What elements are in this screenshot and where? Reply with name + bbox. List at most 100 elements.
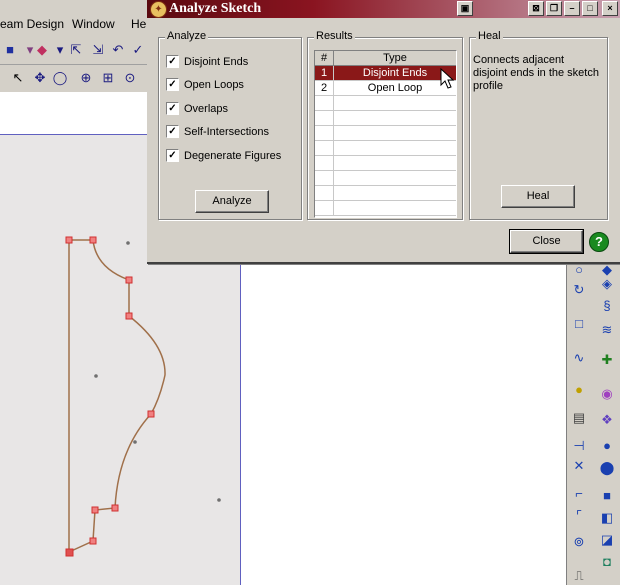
empty-row [315,141,456,156]
cylinder-icon[interactable]: ⬤ [599,460,615,476]
empty-row [315,201,456,216]
row-type: Disjoint Ends [334,66,456,80]
sketch-vertex [89,236,97,244]
zoom-window-icon[interactable]: ⊞ [100,70,116,86]
sketch-vertex [65,548,74,557]
empty-row [315,186,456,201]
sketch-tools-strip: ○ ◆ ↻ ◈ □ § ∿ ≋ ✚ ● ◉ ▤ ❖ ⊣ ● ✕ ⬤ ⌐ ■ ⌜ … [566,262,620,585]
table-row[interactable]: 2 Open Loop [315,81,456,96]
spline-tool-icon[interactable]: ∿ [571,350,587,366]
sweep-icon[interactable]: § [599,298,615,314]
row-number: 1 [315,66,334,80]
heal-group-legend: Heal [476,30,503,42]
empty-row [315,96,456,111]
fillet-tool-icon[interactable]: ⌐ [571,486,587,502]
sketch-vertex [111,504,119,512]
menu-bar: eam Design Window He [0,14,160,36]
pan-icon[interactable]: ✥ [32,70,48,86]
check-icon: ✓ [166,149,179,162]
chamfer-tool-icon[interactable]: ⌜ [571,508,587,524]
check-icon: ✓ [166,78,179,91]
select-arrow-icon[interactable]: ⇱ [68,42,84,58]
column-header-number[interactable]: # [315,51,334,66]
dialog-title: Analyze Sketch [169,1,262,16]
sketch-vertex [125,312,133,320]
sketch-center-point [217,498,221,502]
close-icon[interactable]: × [602,1,618,16]
checkbox-label: Self-Intersections [184,125,269,138]
column-header-type[interactable]: Type [334,51,456,66]
revolve-icon[interactable]: ◈ [599,276,615,292]
maximize-icon[interactable]: □ [582,1,598,16]
self-intersections-checkbox[interactable]: ✓ Self-Intersections [166,125,269,141]
check-icon: ✓ [166,125,179,138]
loft-icon[interactable]: ≋ [599,322,615,338]
mirror-tool-icon[interactable]: ⎍ [571,568,587,584]
table-row-selected[interactable]: 1 Disjoint Ends [315,66,456,81]
select-check-icon[interactable]: ✓ [130,42,146,58]
dropdown-arrow-icon[interactable]: ▾ [52,42,68,58]
circle-tool-icon[interactable]: ○ [571,262,587,278]
canvas-area[interactable] [240,262,567,585]
heal-button[interactable]: Heal [501,185,575,208]
restore-icon[interactable]: ▣ [457,1,473,16]
empty-row [315,156,456,171]
close-button[interactable]: Close [509,229,584,254]
rotate-view-icon[interactable]: ◯ [52,70,68,86]
add-feature-icon[interactable]: ✚ [599,352,615,368]
empty-row [315,111,456,126]
sketch-vertex [147,410,155,418]
analyze-group-legend: Analyze [165,30,209,42]
empty-row [315,171,456,186]
box-icon[interactable]: ■ [599,488,615,504]
help-icon[interactable]: ? [589,232,609,252]
menu-item-help[interactable]: He [131,17,146,31]
cube-icon[interactable]: ■ [2,42,18,58]
dimension-tool-icon[interactable]: ▤ [571,410,587,426]
sphere-icon[interactable]: ● [599,438,615,454]
app-icon: ✦ [150,1,167,18]
pattern-icon[interactable]: ❖ [599,412,615,428]
toolbar-top: ■ ▾ ◆ ▾ ⇱ ⇲ ↶ ✓ [0,38,150,65]
degenerate-figures-checkbox[interactable]: ✓ Degenerate Figures [166,149,281,165]
analyze-button[interactable]: Analyze [195,190,269,213]
restore-window-icon[interactable]: ❐ [546,1,562,16]
offset-tool-icon[interactable]: ⊚ [571,534,587,550]
tile-icon[interactable]: ⊠ [528,1,544,16]
sketch-center-point [94,374,98,378]
zoom-fit-icon[interactable]: ⊙ [122,70,138,86]
sketch-vertex [65,236,73,244]
row-number: 2 [315,81,334,95]
wedge-icon[interactable]: ◧ [599,510,615,526]
heal-description: Connects adjacent disjoint ends in the s… [473,54,599,92]
rectangle-tool-icon[interactable]: □ [571,316,587,332]
analyze-sketch-dialog: ✦ Analyze Sketch ▣ ⊠ ❐ – □ × Analyze ✓ Di… [147,0,620,264]
cone-icon[interactable]: ◪ [599,532,615,548]
line-tool-icon[interactable]: ⊣ [571,438,587,454]
arc-tool-icon[interactable]: ↻ [571,282,587,298]
minimize-icon[interactable]: – [564,1,580,16]
pointer-icon[interactable]: ↖ [10,70,26,86]
sketch-vertex [91,506,99,514]
point-tool-icon[interactable]: ● [571,382,587,398]
select-rotate-icon[interactable]: ↶ [110,42,126,58]
results-group: Results # Type 1 Disjoint Ends 2 Open Lo… [307,30,463,220]
heal-group: Heal Connects adjacent disjoint ends in … [469,30,608,220]
results-table[interactable]: # Type 1 Disjoint Ends 2 Open Loop [314,50,457,218]
menu-item-window[interactable]: Window [72,17,115,31]
sketch-vertex [89,537,97,545]
open-loops-checkbox[interactable]: ✓ Open Loops [166,78,244,94]
paint-icon[interactable]: ◆ [34,42,50,58]
disjoint-ends-checkbox[interactable]: ✓ Disjoint Ends [166,55,248,71]
torus-icon[interactable]: ◘ [599,554,615,570]
select-move-icon[interactable]: ⇲ [90,42,106,58]
trim-tool-icon[interactable]: ✕ [571,458,587,474]
dialog-title-bar[interactable]: ✦ Analyze Sketch ▣ ⊠ ❐ – □ × [147,0,620,18]
overlaps-checkbox[interactable]: ✓ Overlaps [166,102,228,118]
sketch-center-point [133,440,137,444]
zoom-icon[interactable]: ⊕ [78,70,94,86]
menu-item-design[interactable]: eam Design [0,17,64,31]
shell-icon[interactable]: ◉ [599,386,615,402]
toolbar-view: ↖ ✥ ◯ ⊕ ⊞ ⊙ [0,65,150,91]
analyze-group: Analyze ✓ Disjoint Ends ✓ Open Loops ✓ Over… [158,30,302,220]
